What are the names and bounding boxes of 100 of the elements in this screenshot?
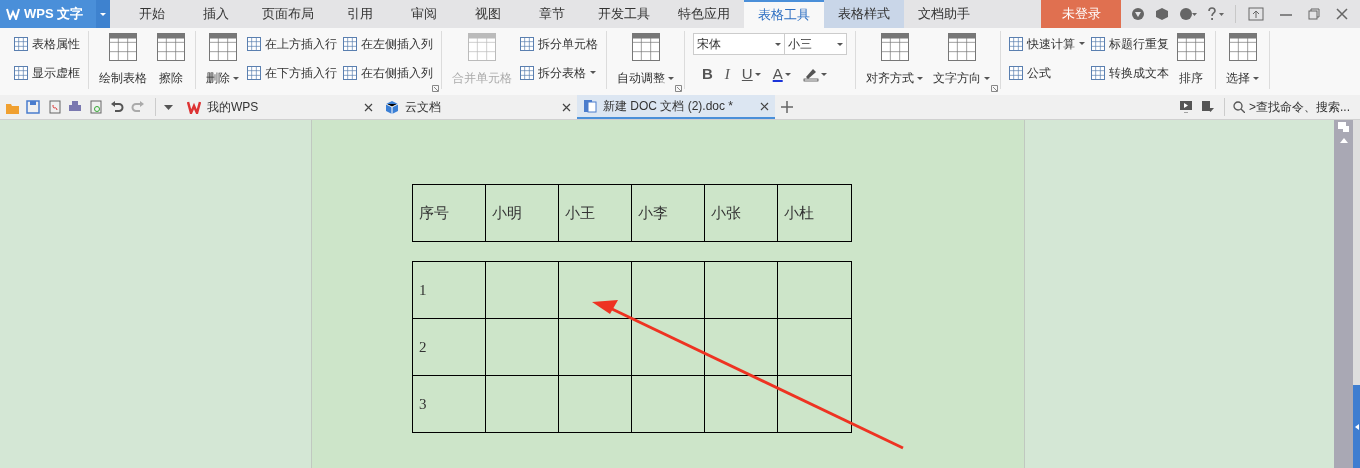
table-cell: 3 — [413, 376, 486, 433]
menu-tab[interactable]: 审阅 — [392, 0, 456, 28]
ribbon-button[interactable]: 标题行重复 — [1091, 34, 1169, 53]
ribbon-button[interactable]: 排序 — [1175, 31, 1207, 87]
table-cell: 小杜 — [778, 185, 852, 242]
menu-tab[interactable]: 特色应用 — [664, 0, 744, 28]
ribbon-button[interactable]: 转换成文本 — [1091, 63, 1169, 82]
ribbon-button[interactable]: 绘制表格 — [97, 31, 149, 87]
ribbon-button[interactable]: 公式 — [1009, 63, 1085, 82]
table-cell: 1 — [413, 262, 486, 319]
menu-tab[interactable]: 文档助手 — [904, 0, 984, 28]
menu-tab[interactable]: 页面布局 — [248, 0, 328, 28]
ribbon-button[interactable]: 在下方插入行 — [247, 63, 337, 82]
caret-icon — [668, 76, 674, 80]
table-icon — [1091, 36, 1105, 51]
table-icon — [1009, 36, 1023, 51]
ribbon-button[interactable]: 自动调整 — [615, 31, 676, 87]
cube-icon — [385, 100, 399, 114]
bold-button[interactable]: B — [699, 63, 716, 86]
ribbon-button[interactable]: 文字方向 — [931, 31, 992, 87]
close-icon — [364, 102, 373, 112]
pdf-export-icon[interactable] — [47, 100, 61, 114]
table-cell: 小明 — [486, 185, 559, 242]
caret-icon — [984, 76, 990, 80]
document-tab[interactable]: 云文档 — [379, 95, 577, 119]
ribbon-button[interactable]: 选择 — [1224, 31, 1261, 87]
font-color-button[interactable]: A — [769, 63, 794, 86]
font-name-field[interactable]: 宋体 — [693, 33, 785, 55]
dialog-launcher-icon[interactable] — [991, 85, 998, 92]
flag-icon — [1202, 101, 1214, 113]
caret-icon — [1253, 76, 1259, 80]
font-size-field[interactable]: 小三 — [785, 33, 847, 55]
table-icon — [520, 65, 534, 80]
undo-icon[interactable] — [110, 100, 124, 114]
save-icon[interactable] — [26, 100, 40, 114]
table-icon — [14, 65, 28, 80]
document-tab[interactable]: 我的WPS — [181, 95, 379, 119]
table-icon — [1228, 33, 1257, 61]
table-cell: 小张 — [705, 185, 778, 242]
table-icon — [14, 36, 28, 51]
underline-button[interactable]: U — [738, 63, 764, 86]
ribbon-button[interactable]: 快速计算 — [1009, 34, 1085, 53]
document-icon — [583, 99, 597, 113]
table-icon — [1177, 33, 1205, 61]
caret-icon — [233, 76, 239, 80]
close-icon — [1336, 8, 1348, 20]
screen-icon — [1180, 101, 1192, 113]
dialog-launcher-icon[interactable] — [432, 85, 439, 92]
menu-tab[interactable]: 表格工具 — [744, 0, 824, 28]
caret-icon — [775, 42, 781, 46]
caret-icon — [837, 42, 843, 46]
caret-icon — [1079, 42, 1085, 45]
table-icon — [343, 65, 357, 80]
table-icon — [947, 33, 976, 61]
caret-icon — [590, 71, 596, 74]
dialog-launcher-icon[interactable] — [675, 85, 682, 92]
redo-icon[interactable] — [131, 100, 145, 114]
close-icon — [760, 101, 769, 111]
ribbon-button[interactable]: 删除 — [204, 31, 241, 87]
split-view-icon — [1338, 122, 1349, 132]
ribbon-button[interactable]: 拆分表格 — [520, 63, 598, 82]
caret-icon — [917, 76, 923, 80]
app-menu-button[interactable] — [96, 0, 110, 28]
print-preview-icon[interactable] — [89, 100, 103, 114]
ribbon-button[interactable]: 表格属性 — [14, 34, 80, 53]
ribbon-button[interactable]: 在上方插入行 — [247, 34, 337, 53]
table-icon — [247, 36, 261, 51]
table-cell: 小王 — [559, 185, 632, 242]
italic-button[interactable]: I — [721, 63, 733, 86]
caret-icon — [164, 104, 173, 110]
table-icon — [208, 33, 237, 61]
ribbon-button[interactable]: 擦除 — [155, 31, 187, 87]
upload-icon — [1248, 7, 1264, 21]
ribbon-button[interactable]: 对齐方式 — [864, 31, 925, 87]
close-icon — [562, 102, 571, 112]
menu-tab[interactable]: 视图 — [456, 0, 520, 28]
table-icon — [1091, 65, 1105, 80]
w-logo-icon — [6, 8, 20, 20]
menu-tab[interactable]: 引用 — [328, 0, 392, 28]
ribbon-button[interactable]: 在左侧插入列 — [343, 34, 433, 53]
search-field[interactable]: >查找命令、搜索... — [1224, 98, 1350, 116]
table-icon — [109, 33, 137, 61]
scrollbar[interactable] — [1334, 120, 1353, 468]
print-icon[interactable] — [68, 100, 82, 114]
caret-icon — [100, 12, 106, 16]
table-icon — [631, 33, 660, 61]
menu-tab[interactable]: 开发工具 — [584, 0, 664, 28]
add-tab-icon[interactable] — [781, 101, 793, 113]
ribbon-button[interactable]: 拆分单元格 — [520, 34, 598, 53]
document-tab[interactable]: 新建 DOC 文档 (2).doc * — [577, 95, 775, 119]
table-icon — [468, 33, 496, 61]
menu-tab[interactable]: 表格样式 — [824, 0, 904, 28]
ribbon-button[interactable]: 显示虚框 — [14, 63, 80, 82]
menu-tab[interactable]: 开始 — [120, 0, 184, 28]
table-cell: 序号 — [413, 185, 486, 242]
menu-tab[interactable]: 插入 — [184, 0, 248, 28]
ribbon-button[interactable]: 在右侧插入列 — [343, 63, 433, 82]
menu-tab[interactable]: 章节 — [520, 0, 584, 28]
caret-icon — [754, 72, 761, 76]
side-panel-toggle[interactable] — [1353, 385, 1360, 468]
